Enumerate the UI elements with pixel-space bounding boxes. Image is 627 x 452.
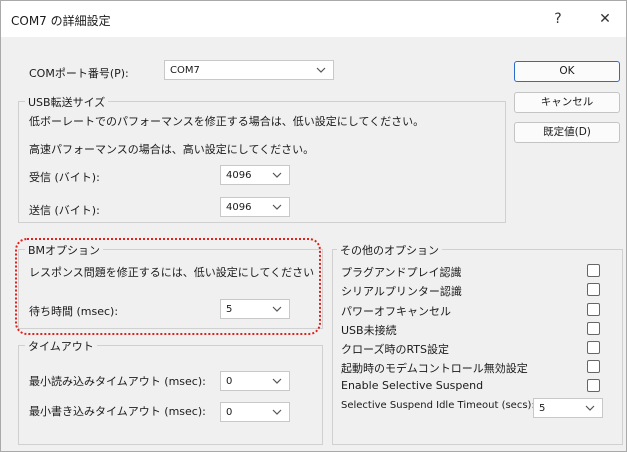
window-title: COM7 の詳細設定: [11, 14, 111, 28]
option-label-pnp: プラグアンドプレイ認識: [341, 266, 462, 279]
read-timeout-label: 最小読み込みタイムアウト (msec):: [29, 375, 206, 388]
option-label-power-off-cancel: パワーオフキャンセル: [341, 305, 451, 318]
usb-desc-high: 高速パフォーマンスの場合は、高い設定にしてください。: [29, 143, 315, 156]
com-port-select[interactable]: COM7: [164, 60, 334, 80]
dialog-window: COM7 の詳細設定 ? ✕ COMポート番号(P): COM7 OK キャンセ…: [0, 0, 627, 452]
help-button[interactable]: ?: [544, 7, 572, 31]
idle-timeout-label: Selective Suspend Idle Timeout (secs):: [341, 400, 535, 411]
send-size-value: 4096: [226, 202, 252, 213]
receive-size-select[interactable]: 4096: [220, 165, 290, 185]
chevron-down-icon: [272, 204, 282, 210]
checkbox-serial-printer[interactable]: [587, 283, 600, 296]
checkbox-selective-suspend[interactable]: [587, 379, 600, 392]
ok-button[interactable]: OK: [514, 61, 620, 82]
send-label: 送信 (バイト):: [29, 204, 100, 217]
write-timeout-select[interactable]: 0: [220, 402, 290, 422]
receive-size-value: 4096: [226, 170, 252, 181]
receive-label: 受信 (バイト):: [29, 171, 100, 184]
checkbox-usb-disconnect[interactable]: [587, 322, 600, 335]
chevron-down-icon: [272, 378, 282, 384]
option-label-usb-disconnect: USB未接続: [341, 324, 397, 337]
com-port-value: COM7: [170, 65, 200, 76]
read-timeout-select[interactable]: 0: [220, 371, 290, 391]
write-timeout-value: 0: [226, 407, 233, 418]
idle-timeout-select[interactable]: 5: [533, 398, 603, 418]
checkbox-pnp[interactable]: [587, 264, 600, 277]
read-timeout-value: 0: [226, 376, 233, 387]
chevron-down-icon: [316, 67, 326, 73]
option-label-serial-printer: シリアルプリンター認識: [341, 285, 462, 298]
defaults-button[interactable]: 既定値(D): [514, 122, 620, 143]
chevron-down-icon: [272, 172, 282, 178]
idle-timeout-value: 5: [539, 403, 546, 414]
checkbox-power-off-cancel[interactable]: [587, 303, 600, 316]
dialog-body: COMポート番号(P): COM7 OK キャンセル 既定値(D) USB転送サ…: [1, 37, 626, 451]
option-label-rts-on-close: クローズ時のRTS設定: [341, 343, 449, 356]
highlight-outline: [15, 238, 321, 335]
chevron-down-icon: [272, 409, 282, 415]
usb-desc-low: 低ボーレートでのパフォーマンスを修正する場合は、低い設定にしてください。: [29, 115, 425, 128]
close-button[interactable]: ✕: [591, 7, 619, 31]
timeouts-group: [18, 345, 323, 445]
write-timeout-label: 最小書き込みタイムアウト (msec):: [29, 405, 206, 418]
option-label-disable-modem-ctrl: 起動時のモデムコントロール無効設定: [341, 362, 528, 375]
usb-group-title: USB転送サイズ: [25, 94, 109, 110]
chevron-down-icon: [585, 405, 595, 411]
timeouts-group-title: タイムアウト: [25, 338, 97, 354]
misc-group-title: その他のオプション: [337, 242, 442, 258]
checkbox-disable-modem-ctrl[interactable]: [587, 360, 600, 373]
cancel-button[interactable]: キャンセル: [514, 92, 620, 113]
title-bar: COM7 の詳細設定 ? ✕: [1, 1, 626, 37]
option-label-selective-suspend: Enable Selective Suspend: [341, 379, 484, 392]
checkbox-rts-on-close[interactable]: [587, 341, 600, 354]
com-port-label: COMポート番号(P):: [29, 67, 129, 80]
send-size-select[interactable]: 4096: [220, 197, 290, 217]
